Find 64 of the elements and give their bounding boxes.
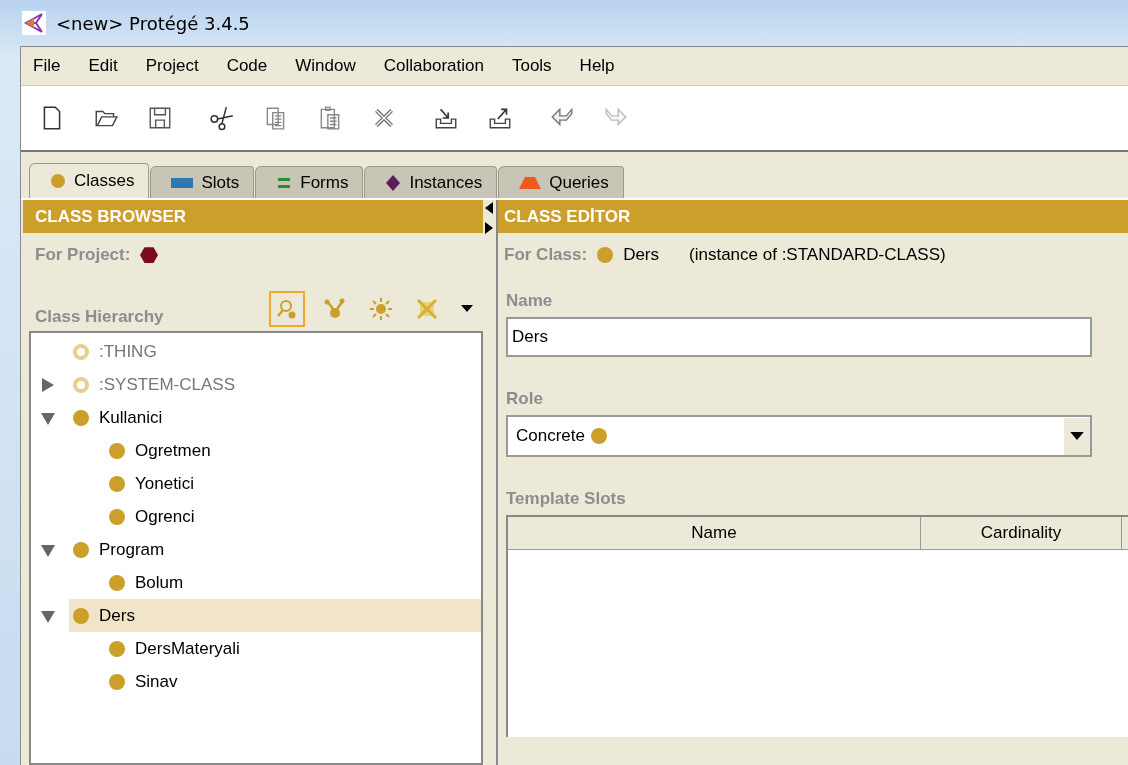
role-dropdown[interactable]: Concrete <box>506 415 1092 457</box>
tree-item[interactable]: Bolum <box>105 566 481 599</box>
circle-icon <box>109 673 125 690</box>
role-label: Role <box>506 389 544 409</box>
circle-icon <box>597 247 614 263</box>
circle-icon <box>73 607 89 624</box>
tree-item[interactable]: Ogretmen <box>105 434 481 467</box>
for-project-label: For Project: <box>35 245 131 265</box>
expanded-arrow-icon[interactable] <box>41 410 55 425</box>
collapse-right-icon[interactable] <box>485 222 494 234</box>
menu-item[interactable]: Code <box>226 52 282 80</box>
circle-icon <box>109 640 125 657</box>
for-class-label: For Class: <box>504 245 588 265</box>
column-header[interactable]: Name <box>508 517 921 549</box>
expanded-arrow-icon[interactable] <box>41 542 55 557</box>
circle-icon <box>73 409 89 426</box>
circle-icon <box>109 475 125 492</box>
menu-item[interactable]: Project <box>145 52 213 80</box>
tree-item[interactable]: Kullanici <box>69 401 481 434</box>
tree-item[interactable]: Sinav <box>105 665 481 698</box>
window-title: <new> Protégé 3.4.5 <box>56 12 250 34</box>
collapsed-arrow-icon[interactable] <box>41 377 55 392</box>
hollow-circle-icon <box>73 376 89 393</box>
name-label: Name <box>506 291 554 311</box>
save-icon[interactable] <box>147 105 173 131</box>
tab[interactable]: Instances <box>364 166 498 198</box>
tab[interactable]: Classes <box>29 163 150 198</box>
menu-item[interactable]: Window <box>295 52 370 80</box>
menu-item[interactable]: Collaboration <box>383 52 498 80</box>
circle-icon <box>591 428 607 444</box>
collapse-left-icon[interactable] <box>485 202 494 214</box>
instance-of-text: (instance of :STANDARD-CLASS) <box>689 245 946 265</box>
tree-item[interactable]: Yonetici <box>105 467 481 500</box>
circle-icon <box>73 541 89 558</box>
app-logo-icon <box>22 11 46 35</box>
circle-icon <box>109 508 125 525</box>
column-header[interactable]: Cardinality <box>921 517 1122 549</box>
caret-icon[interactable] <box>460 305 473 313</box>
menu-item[interactable]: Help <box>579 52 629 80</box>
caret-icon[interactable] <box>1064 417 1090 455</box>
class-name: Ders <box>623 245 660 265</box>
tab[interactable]: Forms <box>255 166 364 198</box>
menu-item[interactable]: Tools <box>511 52 566 80</box>
menu-item[interactable]: Edit <box>88 52 132 80</box>
tab[interactable]: Queries <box>498 166 624 198</box>
hollow-circle-icon <box>73 343 89 360</box>
hexagon-icon <box>140 246 159 264</box>
expanded-arrow-icon[interactable] <box>41 608 55 623</box>
circle-icon <box>109 574 125 591</box>
menu-item[interactable]: File <box>33 52 75 80</box>
panel-header: CLASS EDİTOR <box>498 200 1128 233</box>
panel-header: CLASS BROWSER <box>23 200 483 233</box>
tree-item[interactable]: :THING <box>69 335 481 368</box>
template-slots-label: Template Slots <box>506 489 627 509</box>
tree-item[interactable]: Ogrenci <box>105 500 481 533</box>
scissors-icon[interactable] <box>209 105 235 131</box>
tab[interactable]: Slots <box>150 166 255 198</box>
tree-item[interactable]: :SYSTEM-CLASS <box>69 368 481 401</box>
tree-item[interactable]: DersMateryali <box>105 632 481 665</box>
circle-icon <box>109 442 125 459</box>
name-field[interactable]: Ders <box>506 317 1092 357</box>
class-hierarchy-label: Class Hierarchy <box>35 307 164 327</box>
tree-item[interactable]: Program <box>69 533 481 566</box>
tree-item[interactable]: Ders <box>69 599 481 632</box>
